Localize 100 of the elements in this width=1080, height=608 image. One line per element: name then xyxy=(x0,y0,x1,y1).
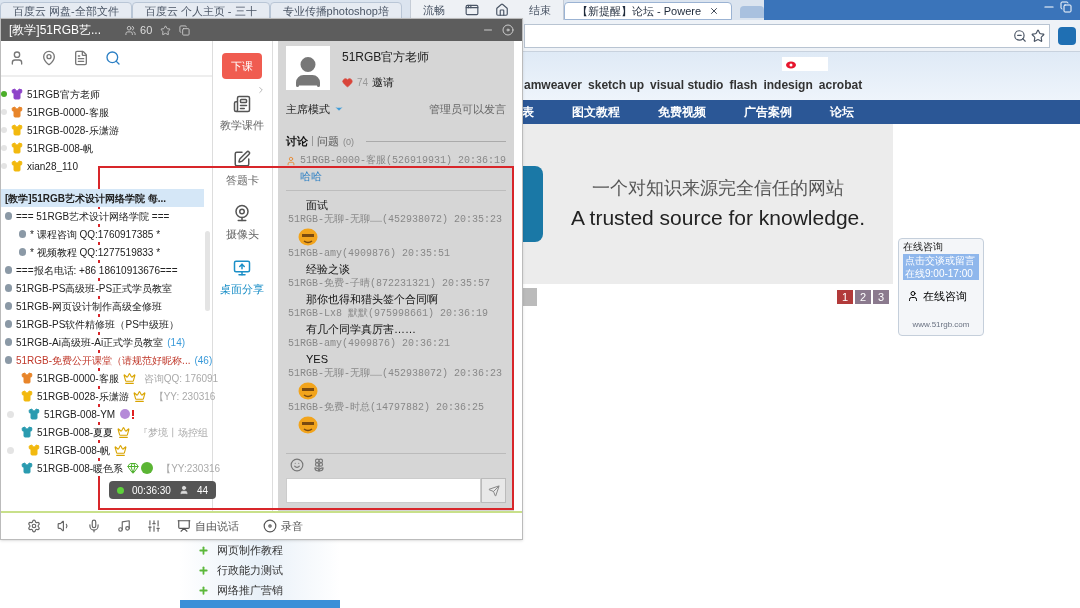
message-sender: 51RGB-免费-时总(14797882) 20:36:25 xyxy=(286,401,484,415)
room-icon xyxy=(19,230,26,238)
channel-name[interactable]: === 51RGB艺术设计网络学院 === xyxy=(16,208,170,224)
contacts-icon[interactable] xyxy=(9,50,25,66)
channel-name[interactable]: ===报名电话: +86 18610913676=== xyxy=(16,262,178,278)
extension-icon[interactable] xyxy=(1058,26,1076,45)
tool-button[interactable]: 桌面分享 xyxy=(220,258,265,297)
consult-hours: 在线9:00-17:00 xyxy=(905,267,974,280)
mixer-icon[interactable] xyxy=(147,519,161,533)
location-icon[interactable] xyxy=(41,50,57,66)
copy-icon[interactable] xyxy=(179,24,191,36)
message-text: 那你也得和猎头签个合同啊 xyxy=(304,291,439,307)
page-button[interactable]: 3 xyxy=(873,290,889,304)
stop-button[interactable]: 结束 xyxy=(516,0,563,20)
user-note: 【YY:230316 xyxy=(161,461,221,476)
software-link[interactable]: acrobat xyxy=(818,76,863,94)
software-link[interactable]: sketch up xyxy=(588,76,645,94)
heart-icon[interactable] xyxy=(341,76,353,88)
quality-button[interactable]: 流畅 xyxy=(410,0,457,20)
record-button[interactable]: 录音 xyxy=(263,517,303,535)
browser-tab[interactable]: 【新提醒】论坛 - Powere xyxy=(563,2,733,20)
message-sender: 51RGB-免费-子晴(872231321) 20:35:57 xyxy=(286,276,490,291)
plus-icon xyxy=(198,584,209,596)
weibo-badge[interactable] xyxy=(782,57,828,71)
level-icon xyxy=(141,462,154,474)
user-name[interactable]: 51RGB-008-夏夏 xyxy=(37,424,114,440)
music-icon[interactable] xyxy=(117,519,131,533)
mode-dropdown[interactable]: 主席模式 xyxy=(285,100,344,117)
home-icon[interactable] xyxy=(494,3,509,17)
emoji-icon[interactable] xyxy=(289,457,304,472)
people-icon xyxy=(125,24,137,36)
user-name[interactable]: 51RGB-008-暖色系 xyxy=(37,460,124,476)
notes-icon[interactable] xyxy=(73,50,89,66)
nav-link[interactable]: 图文教程 xyxy=(572,103,620,121)
medal-icon xyxy=(119,408,136,420)
message-sender: 51RGB-无聊-无聊……(452938072) 20:35:23 xyxy=(286,213,502,227)
consult-button[interactable]: 在线咨询 xyxy=(899,288,983,305)
tool-button[interactable]: 摄像头 xyxy=(226,204,259,243)
user-name[interactable]: 51RGB-008-帆 xyxy=(44,442,111,458)
channel-name[interactable]: 51RGB-网页设计制作高级全修班 xyxy=(16,298,163,314)
page-button[interactable]: 1 xyxy=(837,290,853,304)
message-sender: 51RGB-0000-客服(526919931) 20:36:19 xyxy=(299,153,506,168)
channel-name[interactable]: * 视频教程 QQ:1277519833 * xyxy=(30,244,161,260)
tool-button[interactable]: 教学课件 xyxy=(220,95,265,134)
chat-tab[interactable]: 问题 (0) xyxy=(316,133,354,150)
restore-icon[interactable] xyxy=(1060,1,1072,13)
room-icon xyxy=(5,302,12,310)
site-url: www.51rgb.com xyxy=(911,319,971,331)
member-name[interactable]: 51RGB-008-帆 xyxy=(27,140,94,156)
invite-link[interactable]: 邀请 xyxy=(372,74,395,91)
page-button[interactable]: 2 xyxy=(855,290,871,304)
star-icon[interactable] xyxy=(1031,28,1045,43)
scrollbar[interactable] xyxy=(205,231,210,311)
member-name[interactable]: xian28_110 xyxy=(27,158,78,174)
channel-name[interactable]: 51RGB-Ai高级班-Ai正式学员教室 xyxy=(16,334,164,350)
room-icon xyxy=(5,356,12,364)
emoji-face-icon xyxy=(297,415,318,434)
member-name[interactable]: 51RGB官方老师 xyxy=(27,86,100,102)
window-title: [教学]51RGB艺... xyxy=(9,22,102,39)
zoom-icon[interactable] xyxy=(1013,28,1027,43)
channel-name[interactable]: 51RGB-PS高级班-PS正式学员教室 xyxy=(16,280,173,296)
tool-button[interactable]: 答题卡 xyxy=(226,149,259,188)
chat-tab[interactable]: 讨论 xyxy=(285,133,308,150)
microphone-icon[interactable] xyxy=(87,519,101,533)
room-icon xyxy=(5,284,12,292)
user-note: 【YY: 230316 xyxy=(153,389,216,404)
software-link[interactable]: indesign xyxy=(763,76,813,94)
user-name[interactable]: 51RGB-0028-乐潇游 xyxy=(37,388,129,404)
nav-link[interactable]: 表 xyxy=(522,103,534,121)
user-name[interactable]: 51RGB-0000-客服 xyxy=(37,370,119,386)
software-link[interactable]: flash xyxy=(729,76,758,94)
group-header[interactable]: [教学]51RGB艺术设计网络学院 每... xyxy=(1,189,204,207)
software-link[interactable]: amweaver xyxy=(524,76,583,94)
settings-icon[interactable] xyxy=(27,519,41,533)
send-button[interactable] xyxy=(481,478,506,503)
nav-link[interactable]: 论坛 xyxy=(830,103,854,121)
message-sender: 51RGB-Lx8 默默(975998661) 20:36:19 xyxy=(286,307,488,321)
address-field[interactable] xyxy=(524,23,1050,48)
free-talk-button[interactable]: 自由说话 xyxy=(177,517,239,535)
weibo-icon xyxy=(786,59,798,69)
user-name[interactable]: 51RGB-008-YM xyxy=(44,406,116,422)
nav-link[interactable]: 广告案例 xyxy=(744,103,792,121)
message-text: YES xyxy=(304,351,329,367)
flower-icon[interactable] xyxy=(311,457,326,472)
search-icon[interactable] xyxy=(105,50,121,66)
user-note: 咨询QQ: 176091 xyxy=(143,371,219,386)
member-name[interactable]: 51RGB-0000-客服 xyxy=(27,104,109,120)
message-sender: 51RGB-amy(4909876) 20:36:21 xyxy=(286,337,450,351)
software-link[interactable]: visual studio xyxy=(650,76,724,94)
message-text: 面试 xyxy=(304,197,329,213)
message-input[interactable] xyxy=(285,478,481,503)
message-text: 哈哈 xyxy=(298,168,323,184)
nav-link[interactable]: 免费视频 xyxy=(658,103,706,121)
member-name[interactable]: 51RGB-0028-乐潇游 xyxy=(27,122,119,138)
new-tab-button[interactable] xyxy=(740,6,765,18)
close-icon[interactable] xyxy=(709,6,720,16)
send-icon xyxy=(487,484,500,497)
channel-name[interactable]: 51RGB-免费公开课堂（请规范好昵称... xyxy=(16,352,191,368)
window-icon[interactable] xyxy=(464,3,479,17)
channel-name[interactable]: * 课程咨询 QQ:1760917385 * xyxy=(30,226,161,242)
